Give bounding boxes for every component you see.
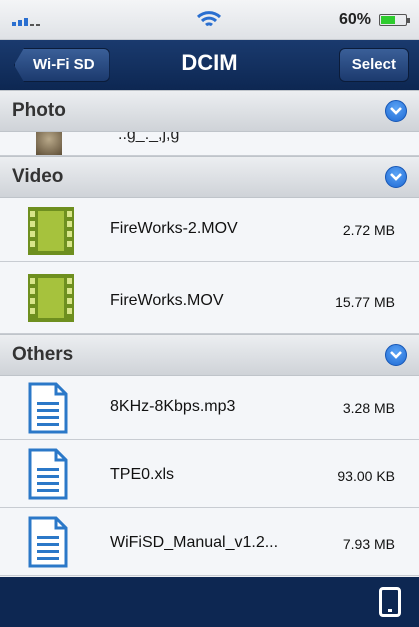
list-item-video[interactable]: FireWorks.MOV 15.77 MB xyxy=(0,262,419,334)
chevron-down-icon[interactable] xyxy=(385,166,407,188)
file-name: FireWorks-2.MOV xyxy=(110,220,238,237)
file-size: 15.77 MB xyxy=(335,294,395,310)
document-icon xyxy=(28,382,68,434)
chevron-down-icon[interactable] xyxy=(385,344,407,366)
file-name: 8KHz-8Kbps.mp3 xyxy=(110,398,236,415)
device-icon[interactable] xyxy=(379,587,401,617)
bottom-toolbar xyxy=(0,577,419,627)
document-icon xyxy=(28,448,68,500)
section-header-video[interactable]: Video xyxy=(0,156,419,198)
battery-percentage: 60% xyxy=(338,11,371,28)
file-name: WiFiSD_Manual_v1.2... xyxy=(110,534,279,551)
wifi-icon xyxy=(196,11,222,27)
film-icon xyxy=(28,274,74,322)
select-button[interactable]: Select xyxy=(338,48,409,82)
film-icon xyxy=(28,207,74,255)
signal-icon xyxy=(12,14,42,26)
section-title: Photo xyxy=(12,100,66,121)
section-title: Others xyxy=(12,344,74,365)
file-name: TPE0.xls xyxy=(110,466,175,483)
list-item-file[interactable]: WiFiSD_Manual_v1.2... 7.93 MB xyxy=(0,508,419,576)
battery-icon xyxy=(379,14,410,26)
photo-thumbnail xyxy=(36,132,62,155)
list-item-file[interactable]: 8KHz-8Kbps.mp3 3.28 MB xyxy=(0,376,419,440)
section-header-others[interactable]: Others xyxy=(0,334,419,376)
file-size: 7.93 MB xyxy=(342,536,395,552)
list-item-photo[interactable]: ..g_._,j,g xyxy=(0,132,419,156)
file-name: FireWorks.MOV xyxy=(110,292,224,309)
navigation-bar: Wi-Fi SD DCIM Select xyxy=(0,40,419,90)
section-title: Video xyxy=(12,166,64,187)
file-size: 3.28 MB xyxy=(342,400,395,416)
section-header-photo[interactable]: Photo xyxy=(0,90,419,132)
list-item-file[interactable]: TPE0.xls 93.00 KB xyxy=(0,440,419,508)
file-size: 93.00 KB xyxy=(337,468,395,484)
file-size: 2.72 MB xyxy=(342,222,395,238)
chevron-down-icon[interactable] xyxy=(385,100,407,122)
document-icon xyxy=(28,516,68,568)
file-name: ..g_._,j,g xyxy=(118,132,180,143)
status-bar: 60% xyxy=(0,0,419,40)
list-item-video[interactable]: FireWorks-2.MOV 2.72 MB xyxy=(0,198,419,262)
